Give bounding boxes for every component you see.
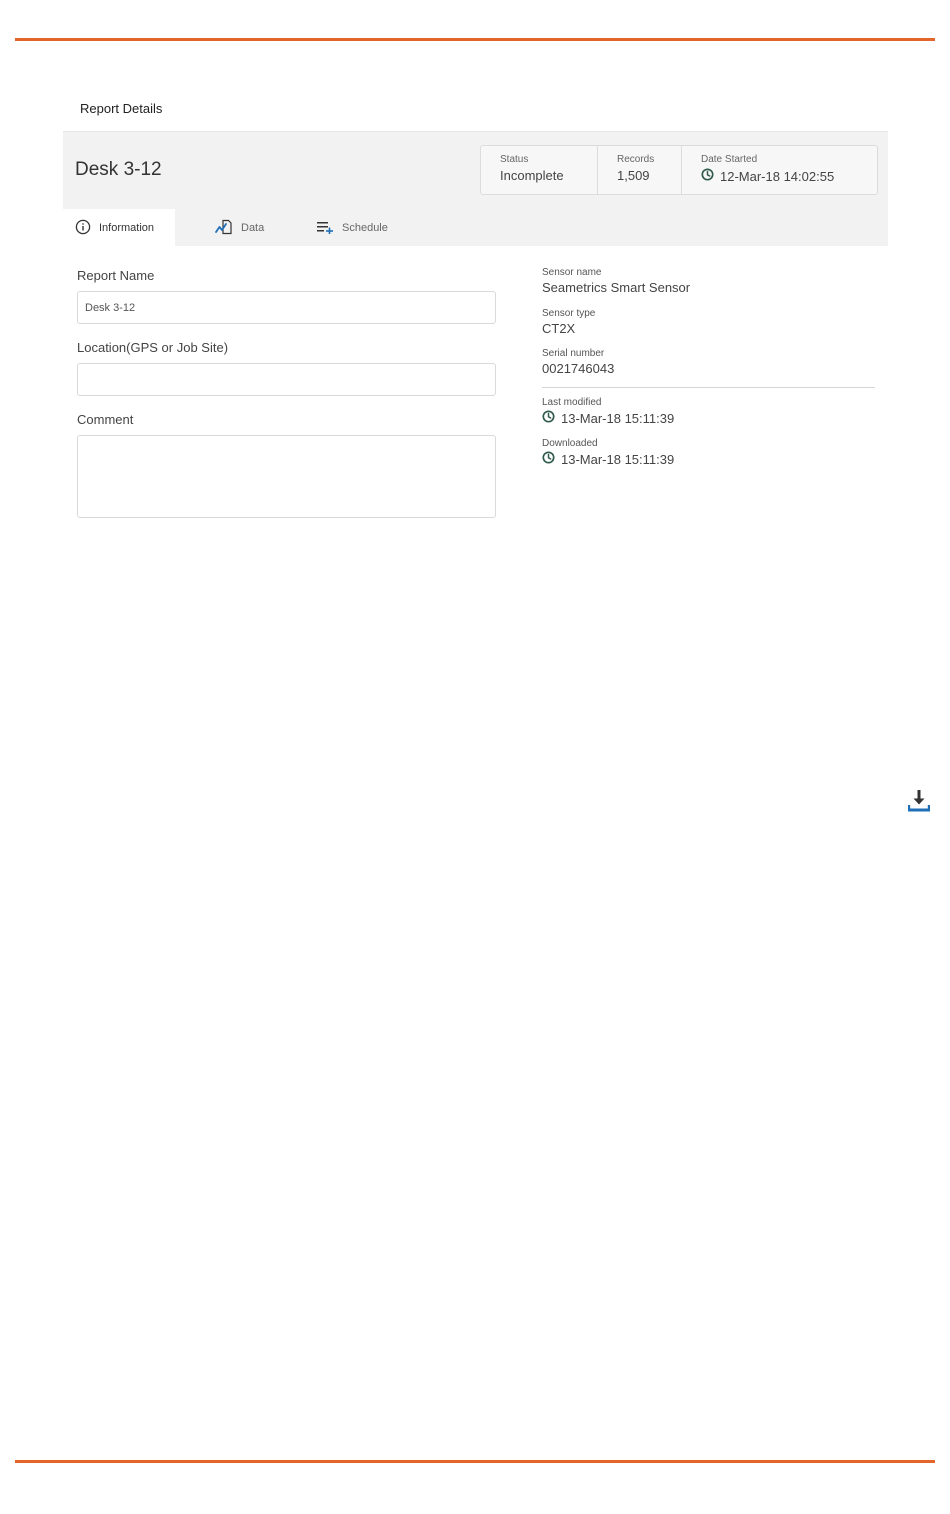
location-input[interactable] <box>77 363 496 396</box>
report-name-input[interactable] <box>77 291 496 324</box>
tab-schedule[interactable]: Schedule <box>315 209 435 247</box>
sensor-type-value: CT2X <box>542 321 576 336</box>
clock-icon <box>542 410 555 426</box>
playlist-add-icon <box>317 220 334 237</box>
report-tabs: Information Data Schedule <box>63 209 435 247</box>
download-icon[interactable] <box>906 788 932 814</box>
serial-number-block: Serial number 0021746043 <box>542 348 875 376</box>
status-label: Status <box>500 154 529 165</box>
downloaded-block: Downloaded 13-Mar-18 15:11:39 <box>542 438 875 467</box>
records-label: Records <box>617 154 655 165</box>
last-modified-block: Last modified 13-Mar-18 15:11:39 <box>542 397 875 426</box>
page-heading: Report Details <box>80 101 163 116</box>
serial-number-label: Serial number <box>542 348 605 359</box>
sensor-name-block: Sensor name Seametrics Smart Sensor <box>542 267 875 295</box>
tab-data-label: Data <box>241 222 265 234</box>
status-value: Incomplete <box>500 168 564 183</box>
comment-label: Comment <box>77 412 134 427</box>
status-stat: Status Incomplete <box>481 146 598 194</box>
last-modified-label: Last modified <box>542 397 602 408</box>
date-started-stat: Date Started 12-Mar-18 14:02:55 <box>682 146 877 194</box>
date-started-label: Date Started <box>701 154 758 165</box>
report-title: Desk 3-12 <box>75 159 162 180</box>
date-started-value: 12-Mar-18 14:02:55 <box>720 168 835 184</box>
clock-icon <box>542 451 555 467</box>
records-stat: Records 1,509 <box>598 146 682 194</box>
chart-data-icon <box>215 219 233 238</box>
serial-number-value: 0021746043 <box>542 361 615 376</box>
sensor-type-label: Sensor type <box>542 308 596 319</box>
bottom-accent-rule <box>15 1460 935 1463</box>
tab-data[interactable]: Data <box>175 209 315 247</box>
last-modified-value: 13-Mar-18 15:11:39 <box>561 410 675 426</box>
report-stats: Status Incomplete Records 1,509 Date Sta… <box>480 145 878 195</box>
tab-information[interactable]: Information <box>63 209 175 247</box>
info-divider <box>542 387 875 388</box>
sensor-type-block: Sensor type CT2X <box>542 308 875 336</box>
sensor-name-label: Sensor name <box>542 267 602 278</box>
downloaded-label: Downloaded <box>542 438 598 449</box>
tab-schedule-label: Schedule <box>342 222 388 234</box>
report-header-panel: Desk 3-12 Status Incomplete Records 1,50… <box>63 131 888 247</box>
top-accent-rule <box>15 38 935 41</box>
report-name-label: Report Name <box>77 268 155 283</box>
tab-information-label: Information <box>99 222 155 234</box>
sensor-name-value: Seametrics Smart Sensor <box>542 280 691 295</box>
location-label: Location(GPS or Job Site) <box>77 340 229 355</box>
clock-icon <box>701 168 714 184</box>
downloaded-value: 13-Mar-18 15:11:39 <box>561 451 675 467</box>
records-value: 1,509 <box>617 168 650 183</box>
info-icon <box>75 219 91 238</box>
comment-textarea[interactable] <box>77 435 496 518</box>
